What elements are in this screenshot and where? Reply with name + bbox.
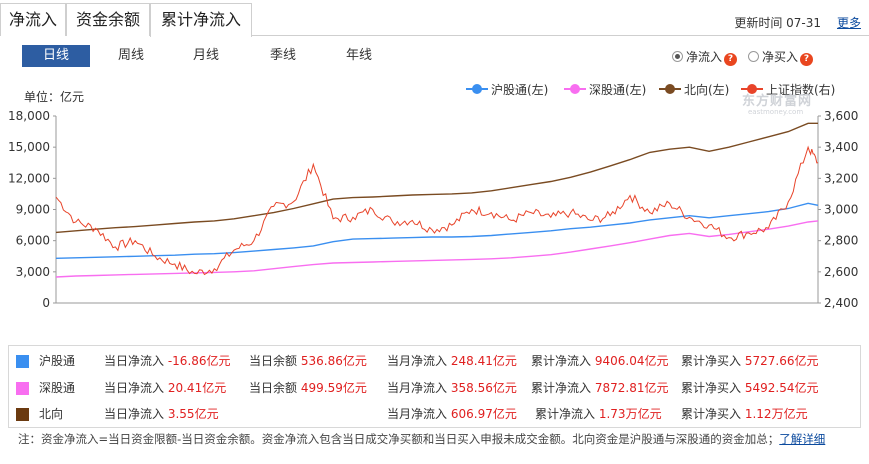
- radio-net-inflow[interactable]: 净流入?: [672, 49, 738, 66]
- period-quarterly-button[interactable]: 季线: [249, 45, 317, 67]
- period-yearly-button[interactable]: 年线: [325, 45, 393, 67]
- period-weekly-button[interactable]: 周线: [97, 45, 165, 67]
- series-line-2: [55, 122, 818, 234]
- table-cell: 当日净流入 -16.86亿元: [104, 354, 231, 368]
- table-row: 沪股通 当日净流入 -16.86亿元 当日余额 536.86亿元 当月净流入 2…: [9, 348, 860, 375]
- right-tick-label: 3,600: [824, 109, 858, 123]
- table-cell: 当日净流入 20.41亿元: [104, 381, 227, 395]
- row-name: 沪股通: [39, 354, 76, 368]
- more-link[interactable]: 更多: [837, 14, 861, 31]
- right-tick-label: 2,800: [824, 234, 858, 248]
- period-monthly-button[interactable]: 月线: [172, 45, 240, 67]
- table-cell: 累计净买入 5727.66亿元: [681, 354, 819, 368]
- series-line-0: [55, 202, 819, 259]
- learn-more-link[interactable]: 了解详细: [779, 432, 825, 446]
- table-cell: 当月净流入 248.41亿元: [387, 354, 517, 368]
- period-daily-button[interactable]: 日线: [22, 45, 90, 67]
- right-tick-label: 3,200: [824, 171, 858, 185]
- row-color-icon: [16, 355, 29, 368]
- table-row: 北向 当日净流入 3.55亿元 当月净流入 606.97亿元 累计净流入 1.7…: [9, 401, 860, 428]
- table-cell: 当月净流入 358.56亿元: [387, 381, 517, 395]
- radio-net-inflow-label: 净流入: [686, 50, 723, 64]
- radio-dot-icon[interactable]: [672, 51, 683, 62]
- right-tick-label: 2,400: [824, 296, 858, 310]
- left-tick-label: 12,000: [8, 171, 50, 185]
- tab-bar: 净流入 资金余额 累计净流入 更新时间 07-31 更多: [0, 0, 869, 37]
- table-cell: 累计净流入 9406.04亿元: [531, 354, 669, 368]
- row-name: 北向: [39, 407, 64, 421]
- left-tick-label: 0: [42, 296, 50, 310]
- table-cell: 累计净流入 1.73万亿元: [535, 407, 662, 421]
- row-name: 深股通: [39, 381, 76, 395]
- right-tick-label: 3,000: [824, 203, 858, 217]
- table-cell: 当日余额 536.86亿元: [249, 354, 367, 368]
- radio-net-buy[interactable]: 净买入?: [748, 49, 814, 66]
- row-color-icon: [16, 408, 29, 421]
- table-cell: 累计净买入 1.12万亿元: [681, 407, 808, 421]
- tab-fund-balance[interactable]: 资金余额: [66, 3, 150, 36]
- left-tick-label: 3,000: [16, 265, 50, 279]
- right-tick-label: 3,400: [824, 140, 858, 154]
- tab-cumulative-inflow[interactable]: 累计净流入: [150, 3, 252, 37]
- table-row: 深股通 当日净流入 20.41亿元 当日余额 499.59亿元 当月净流入 35…: [9, 375, 860, 402]
- summary-table: 沪股通 当日净流入 -16.86亿元 当日余额 536.86亿元 当月净流入 2…: [8, 345, 861, 428]
- update-time: 更新时间 07-31: [734, 16, 821, 30]
- table-cell: 累计净流入 7872.81亿元: [531, 381, 669, 395]
- left-tick-label: 6,000: [16, 234, 50, 248]
- radio-dot-icon[interactable]: [748, 51, 759, 62]
- table-cell: 当日余额 499.59亿元: [249, 381, 367, 395]
- left-tick-label: 15,000: [8, 140, 50, 154]
- right-tick-label: 2,600: [824, 265, 858, 279]
- left-tick-label: 9,000: [16, 203, 50, 217]
- tab-net-inflow[interactable]: 净流入: [0, 3, 66, 36]
- radio-net-buy-label: 净买入: [762, 50, 799, 64]
- table-cell: 累计净买入 5492.54亿元: [681, 381, 819, 395]
- footnote: 注：资金净流入=当日资金限额-当日资金余额。资金净流入包含当日成交净买额和当日买…: [18, 432, 826, 446]
- table-cell: 当日净流入 3.55亿元: [104, 407, 219, 421]
- left-tick-label: 18,000: [8, 109, 50, 123]
- help-icon[interactable]: ?: [724, 53, 738, 66]
- help-icon[interactable]: ?: [800, 53, 814, 66]
- row-color-icon: [16, 382, 29, 395]
- cumulative-inflow-chart: 18,000 15,000 12,000 9,000 6,000 3,000 0 3,600 3…: [8, 109, 858, 310]
- table-cell: 当月净流入 606.97亿元: [387, 407, 517, 421]
